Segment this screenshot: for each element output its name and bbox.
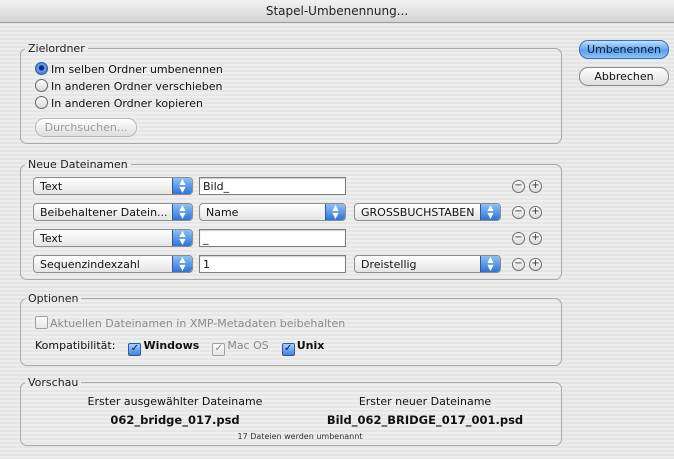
first-selected-value: 062_bridge_017.psd	[110, 413, 240, 427]
row3-text-input[interactable]: _	[199, 229, 346, 247]
cancel-button[interactable]: Abbrechen	[579, 67, 669, 86]
select-value: Text	[40, 180, 63, 193]
radio-same-folder[interactable]: Im selben Ordner umbenennen	[35, 62, 223, 78]
select-arrows-icon: ▲ ▼	[172, 230, 192, 246]
row2-add-icon[interactable]: +	[529, 206, 542, 219]
select-arrows-icon: ▲ ▼	[325, 204, 345, 220]
macos-checkbox[interactable]: ✓ Mac OS	[212, 339, 269, 356]
row4-text-input[interactable]: 1	[199, 255, 346, 273]
keep-xmp-label: Aktuellen Dateinamen in XMP-Metadaten be…	[50, 317, 346, 330]
checkbox-unchecked-icon	[35, 316, 48, 329]
radio-label: In anderen Ordner kopieren	[51, 97, 203, 110]
browse-button[interactable]: Durchsuchen...	[35, 118, 137, 137]
row3-add-icon[interactable]: +	[529, 232, 542, 245]
preview-legend: Vorschau	[28, 376, 79, 389]
row4-add-icon[interactable]: +	[529, 258, 542, 271]
select-value: GROSSBUCHSTABEN	[361, 206, 475, 219]
row3-type-select[interactable]: Text ▲ ▼	[33, 229, 193, 247]
select-value: Name	[206, 206, 239, 219]
row2-case-select[interactable]: GROSSBUCHSTABEN ▲ ▼	[354, 203, 501, 221]
row1-type-select[interactable]: Text ▲ ▼	[33, 177, 193, 195]
windows-label: Windows	[143, 339, 200, 352]
macos-label: Mac OS	[227, 339, 269, 352]
select-arrows-icon: ▲ ▼	[172, 204, 192, 220]
row2-subtype-select[interactable]: Name ▲ ▼	[199, 203, 346, 221]
first-new-label: Erster neuer Dateiname	[358, 395, 492, 408]
row4-digits-select[interactable]: Dreistellig ▲ ▼	[354, 255, 501, 273]
keep-xmp-checkbox[interactable]: Aktuellen Dateinamen in XMP-Metadaten be…	[35, 316, 345, 330]
options-legend: Optionen	[28, 292, 79, 305]
select-value: Dreistellig	[361, 258, 417, 271]
row3-remove-icon[interactable]: −	[512, 232, 525, 245]
radio-selected-icon	[35, 62, 48, 75]
checkmark-icon: ✓	[128, 343, 142, 356]
first-selected-label: Erster ausgewählter Dateiname	[87, 395, 263, 408]
radio-unselected-icon	[35, 96, 48, 109]
radio-label: In anderen Ordner verschieben	[51, 80, 223, 93]
rename-button[interactable]: Umbenennen	[579, 40, 669, 59]
checkmark-icon: ✓	[212, 343, 226, 356]
row1-remove-icon[interactable]: −	[512, 180, 525, 193]
destination-legend: Zielordner	[28, 42, 85, 55]
compat-row: Kompatibilität: ✓ Windows ✓ Mac OS ✓ Unix	[35, 339, 324, 356]
row4-remove-icon[interactable]: −	[512, 258, 525, 271]
first-new-value: Bild_062_BRIDGE_017_001.psd	[326, 413, 524, 427]
unix-label: Unix	[296, 339, 325, 352]
select-arrows-icon: ▲ ▼	[480, 256, 500, 272]
select-arrows-icon: ▲ ▼	[172, 256, 192, 272]
new-names-legend: Neue Dateinamen	[28, 158, 128, 171]
row2-type-select[interactable]: Beibehaltener Datein... ▲ ▼	[33, 203, 193, 221]
row1-add-icon[interactable]: +	[529, 180, 542, 193]
radio-move-folder[interactable]: In anderen Ordner verschieben	[35, 79, 223, 95]
row1-text-input[interactable]: Bild_	[199, 177, 346, 195]
select-value: Beibehaltener Datein...	[40, 206, 168, 219]
window-title: Stapel-Umbenennung...	[0, 0, 674, 23]
checkmark-icon: ✓	[281, 343, 295, 356]
radio-label: Im selben Ordner umbenennen	[51, 63, 223, 76]
select-value: Sequenzindexzahl	[40, 258, 140, 271]
rename-count-text: 17 Dateien werden umbenannt	[237, 432, 363, 441]
select-value: Text	[40, 232, 63, 245]
row4-type-select[interactable]: Sequenzindexzahl ▲ ▼	[33, 255, 193, 273]
radio-unselected-icon	[35, 79, 48, 92]
select-arrows-icon: ▲ ▼	[480, 204, 500, 220]
row2-remove-icon[interactable]: −	[512, 206, 525, 219]
compat-label: Kompatibilität:	[35, 339, 116, 352]
windows-checkbox[interactable]: ✓ Windows	[128, 339, 200, 356]
select-arrows-icon: ▲ ▼	[172, 178, 192, 194]
unix-checkbox[interactable]: ✓ Unix	[281, 339, 325, 356]
radio-copy-folder[interactable]: In anderen Ordner kopieren	[35, 96, 203, 112]
